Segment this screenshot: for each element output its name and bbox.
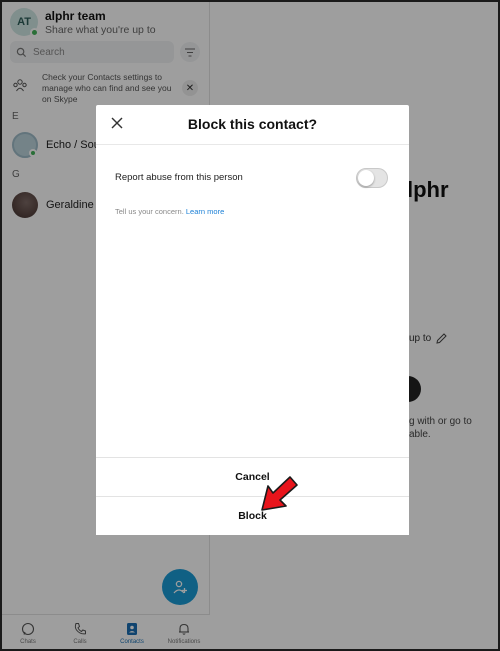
learn-more-link[interactable]: Learn more bbox=[186, 207, 224, 216]
report-abuse-toggle[interactable] bbox=[356, 168, 388, 188]
dialog-title: Block this contact? bbox=[187, 116, 318, 132]
toggle-knob bbox=[358, 170, 374, 186]
cancel-button[interactable]: Cancel bbox=[96, 457, 409, 496]
app-window: AT alphr team Share what you're up to Se… bbox=[0, 0, 500, 651]
report-abuse-label: Report abuse from this person bbox=[115, 172, 243, 183]
annotation-arrow-icon bbox=[261, 476, 298, 511]
block-contact-dialog: Block this contact? Report abuse from th… bbox=[96, 105, 409, 535]
block-button[interactable]: Block bbox=[96, 496, 409, 535]
dialog-header: Block this contact? bbox=[96, 105, 409, 145]
concern-text: Tell us your concern. Learn more bbox=[115, 207, 224, 216]
concern-label: Tell us your concern. bbox=[115, 207, 184, 216]
